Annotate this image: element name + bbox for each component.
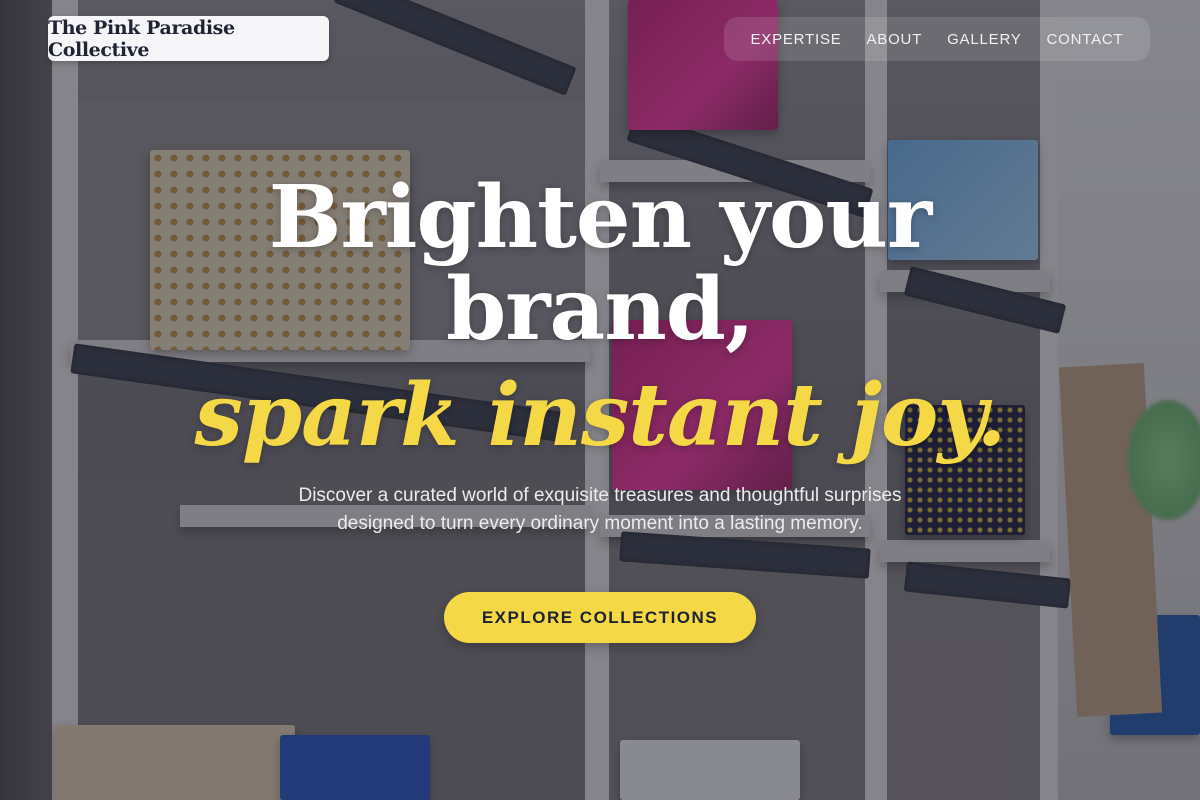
hero-title-line2: brand, [446, 259, 755, 360]
brand-name: The Pink Paradise Collective [48, 16, 235, 61]
nav-link-gallery[interactable]: GALLERY [947, 31, 1022, 48]
nav-link-about[interactable]: ABOUT [866, 31, 922, 48]
hero-title-line1: Brighten your [268, 167, 932, 268]
hero-title: Brighten your brand, [0, 172, 1200, 356]
nav-link-contact[interactable]: CONTACT [1047, 31, 1124, 48]
brand-logo[interactable]: The Pink Paradise Collective [48, 16, 329, 61]
hero-accent-headline: spark instant joy. [194, 365, 1007, 466]
explore-collections-button[interactable]: EXPLORE COLLECTIONS [444, 592, 756, 643]
nav-link-expertise[interactable]: EXPERTISE [750, 31, 841, 48]
hero-subtitle: Discover a curated world of exquisite tr… [298, 485, 902, 534]
main-nav: EXPERTISE ABOUT GALLERY CONTACT [724, 17, 1150, 61]
